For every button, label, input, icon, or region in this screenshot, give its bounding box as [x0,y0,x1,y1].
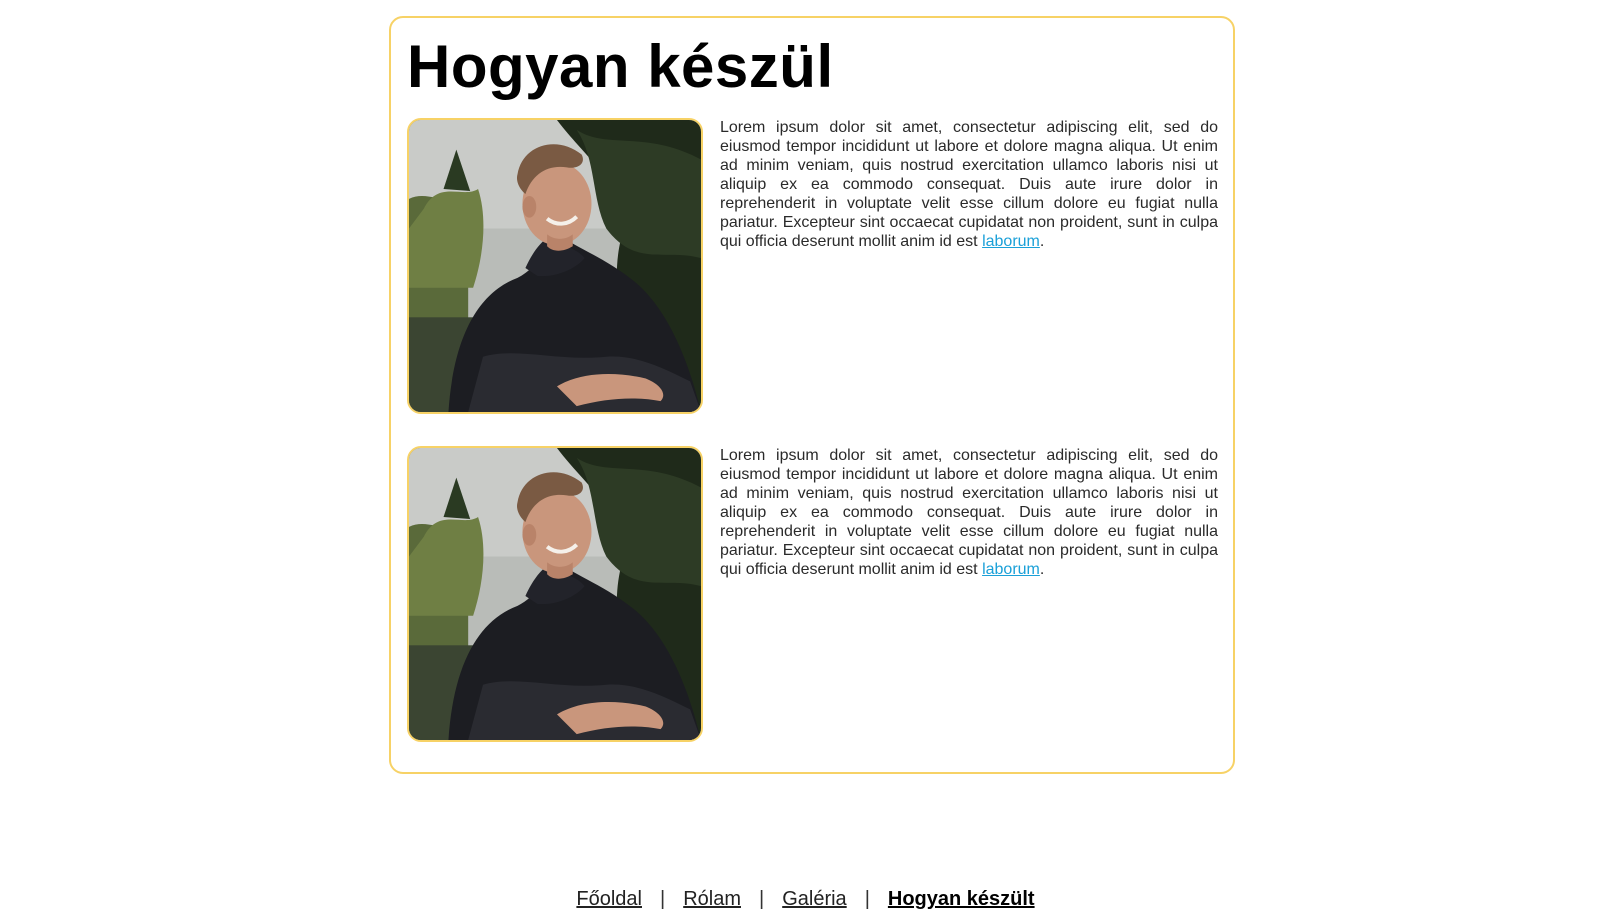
paragraph-text: Lorem ipsum dolor sit amet, consectetur … [720,447,1218,578]
page: Hogyan készül Lorem ipsum dolor sit amet… [0,0,1611,920]
portrait-image [409,448,701,740]
portrait-photo [407,118,703,414]
nav-separator: | [864,888,870,910]
nav-link-about[interactable]: Rólam [683,888,741,910]
content-section: Lorem ipsum dolor sit amet, consectetur … [407,118,1218,414]
paragraph-text: Lorem ipsum dolor sit amet, consectetur … [720,119,1218,250]
nav-separator: | [759,888,765,910]
nav-link-gallery[interactable]: Galéria [782,888,846,910]
section-paragraph: Lorem ipsum dolor sit amet, consectetur … [720,118,1218,251]
content-section: Lorem ipsum dolor sit amet, consectetur … [407,446,1218,742]
footer-nav: Főoldal | Rólam | Galéria | Hogyan készült [0,888,1611,911]
laborum-link[interactable]: laborum [982,233,1040,250]
nav-link-home[interactable]: Főoldal [576,888,642,910]
section-paragraph: Lorem ipsum dolor sit amet, consectetur … [720,446,1218,579]
nav-separator: | [660,888,666,910]
content-card: Hogyan készül Lorem ipsum dolor sit amet… [389,16,1235,774]
laborum-link[interactable]: laborum [982,561,1040,578]
paragraph-trailing: . [1039,561,1045,578]
portrait-image [409,120,701,412]
portrait-photo [407,446,703,742]
page-title: Hogyan készül [407,33,834,100]
paragraph-trailing: . [1039,233,1045,250]
nav-link-how-made[interactable]: Hogyan készült [888,888,1035,910]
